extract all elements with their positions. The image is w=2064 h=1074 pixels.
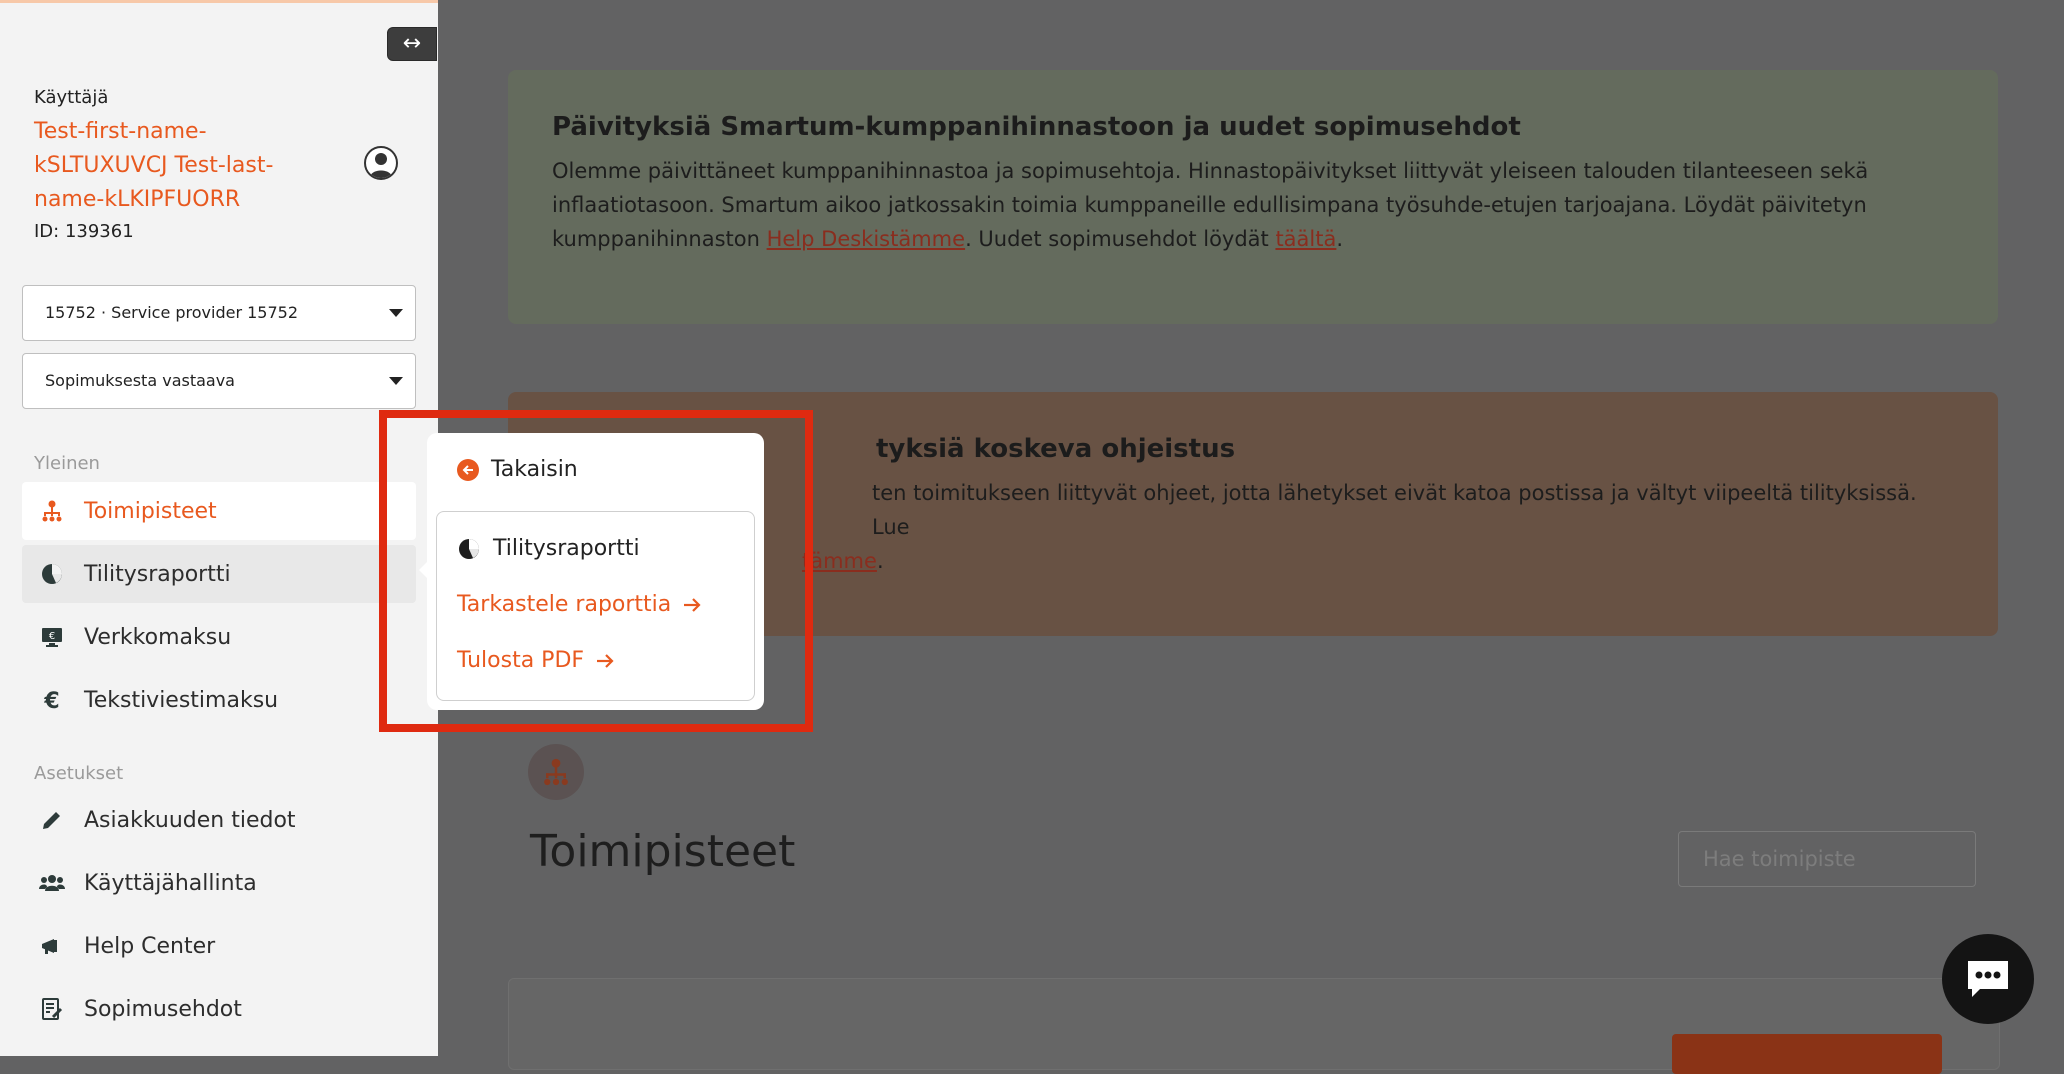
notice-pricing-updates: Päivityksiä Smartum-kumppanihinnastoon j… bbox=[508, 70, 1998, 324]
notice-text: ten toimitukseen liittyvät ohjeet, jotta… bbox=[872, 481, 1917, 539]
sidebar-item-tekstiviestimaksu[interactable]: € Tekstiviestimaksu bbox=[22, 671, 416, 729]
sidebar-item-label: Sopimusehdot bbox=[84, 996, 242, 1022]
location-search-input[interactable]: Hae toimipiste bbox=[1678, 831, 1976, 887]
document-edit-icon bbox=[38, 995, 66, 1023]
euro-icon: € bbox=[38, 686, 66, 714]
sidebar-item-label: Toimipisteet bbox=[84, 498, 217, 524]
sidebar: ↔ Käyttäjä Test-first-name-kSLTUXUVCJ Te… bbox=[0, 0, 438, 1056]
expand-arrows-icon: ↔ bbox=[402, 31, 422, 56]
sidebar-item-help-center[interactable]: Help Center bbox=[22, 917, 416, 975]
notice-text: Olemme päivittäneet kumppanihinnastoa ja… bbox=[552, 159, 1869, 251]
svg-text:€: € bbox=[43, 689, 59, 712]
user-id: ID: 139361 bbox=[34, 221, 134, 242]
add-location-button[interactable] bbox=[1672, 1034, 1942, 1074]
highlight-box bbox=[379, 410, 813, 732]
sidebar-item-toimipisteet[interactable]: Toimipisteet bbox=[22, 482, 416, 540]
notice-text-line2: tämme. bbox=[802, 549, 884, 573]
megaphone-icon bbox=[38, 932, 66, 960]
terms-link[interactable]: täältä bbox=[1275, 227, 1336, 251]
provider-select-value: 15752 · Service provider 15752 bbox=[45, 303, 299, 322]
avatar-icon[interactable] bbox=[364, 146, 398, 180]
caret-down-icon bbox=[389, 309, 403, 317]
org-chart-icon bbox=[38, 497, 66, 525]
monitor-euro-icon: € bbox=[38, 623, 66, 651]
pie-chart-icon bbox=[38, 560, 66, 588]
user-name[interactable]: Test-first-name-kSLTUXUVCJ Test-last-nam… bbox=[34, 115, 334, 217]
svg-text:€: € bbox=[49, 631, 55, 642]
users-icon bbox=[38, 869, 66, 897]
sidebar-item-asiakkuuden-tiedot[interactable]: Asiakkuuden tiedot bbox=[22, 791, 416, 849]
role-select[interactable]: Sopimuksesta vastaava bbox=[22, 353, 416, 409]
collapse-sidebar-button[interactable]: ↔ bbox=[387, 27, 437, 61]
chat-button[interactable] bbox=[1942, 934, 2034, 1024]
notice-title: tyksiä koskeva ohjeistus bbox=[876, 434, 1236, 464]
section-label-general: Yleinen bbox=[34, 453, 100, 474]
sidebar-item-label: Asiakkuuden tiedot bbox=[84, 807, 296, 833]
section-label-settings: Asetukset bbox=[34, 763, 124, 784]
sidebar-item-verkkomaksu[interactable]: € Verkkomaksu bbox=[22, 608, 416, 666]
provider-select[interactable]: 15752 · Service provider 15752 bbox=[22, 285, 416, 341]
sidebar-item-label: Käyttäjähallinta bbox=[84, 870, 257, 896]
org-chart-icon bbox=[528, 744, 584, 800]
chat-bubble-icon bbox=[1968, 961, 2008, 997]
user-label: Käyttäjä bbox=[34, 87, 109, 108]
role-select-value: Sopimuksesta vastaava bbox=[45, 371, 235, 390]
shipping-link[interactable]: tämme bbox=[802, 549, 877, 573]
pencil-icon bbox=[38, 806, 66, 834]
page-title: Toimipisteet bbox=[530, 826, 796, 877]
caret-down-icon bbox=[389, 377, 403, 385]
sidebar-item-kayttajahallinta[interactable]: Käyttäjähallinta bbox=[22, 854, 416, 912]
sidebar-item-tilitysraportti[interactable]: Tilitysraportti bbox=[22, 545, 416, 603]
sidebar-item-label: Tekstiviestimaksu bbox=[84, 687, 279, 713]
notice-title: Päivityksiä Smartum-kumppanihinnastoon j… bbox=[552, 112, 1521, 142]
sidebar-item-label: Tilitysraportti bbox=[84, 561, 231, 587]
sidebar-item-label: Verkkomaksu bbox=[84, 624, 232, 650]
help-desk-link[interactable]: Help Deskistämme bbox=[767, 227, 965, 251]
sidebar-item-label: Help Center bbox=[84, 933, 216, 959]
sidebar-item-sopimusehdot[interactable]: Sopimusehdot bbox=[22, 980, 416, 1038]
